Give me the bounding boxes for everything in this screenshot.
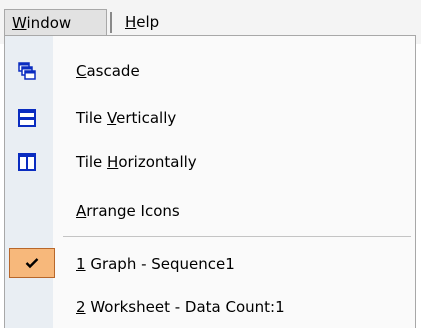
window-2-label-rest: Worksheet - Data Count:1 bbox=[85, 298, 285, 316]
window-1-label-rest: Graph - Sequence1 bbox=[85, 255, 235, 273]
menu-item-tile-horizontally-label: Tile Horizontally bbox=[76, 143, 197, 181]
menu-window-mnemonic: W bbox=[12, 14, 27, 32]
tile-vertically-icon bbox=[18, 109, 36, 127]
menu-item-tile-vertically[interactable]: Tile Vertically bbox=[5, 99, 415, 137]
menu-item-window-2-label: 2 Worksheet - Data Count:1 bbox=[76, 288, 285, 326]
tile-vertically-prefix: Tile bbox=[76, 109, 108, 127]
window-1-mnemonic: 1 bbox=[76, 255, 86, 273]
menu-help[interactable]: Help bbox=[113, 9, 159, 35]
window-2-mnemonic: 2 bbox=[76, 298, 86, 316]
tile-vertically-label-rest: ertically bbox=[116, 109, 177, 127]
menu-item-cascade[interactable]: Cascade bbox=[5, 52, 415, 90]
tile-horizontally-prefix: Tile bbox=[76, 153, 108, 171]
menu-item-tile-vertically-label: Tile Vertically bbox=[76, 99, 176, 137]
cascade-windows-icon bbox=[18, 62, 36, 80]
menubar-separator bbox=[110, 12, 112, 33]
menu-help-label: elp bbox=[136, 13, 160, 31]
checkmark-icon bbox=[25, 258, 39, 269]
tile-vertically-mnemonic: V bbox=[107, 109, 117, 127]
menu-item-window-2[interactable]: 2 Worksheet - Data Count:1 bbox=[5, 288, 415, 326]
menu-item-arrange-icons[interactable]: Arrange Icons bbox=[5, 192, 415, 230]
menu-help-mnemonic: H bbox=[125, 13, 137, 31]
window-dropdown-menu: Cascade Tile Vertically Tile Horizontall… bbox=[4, 35, 416, 328]
checked-indicator bbox=[9, 248, 55, 278]
cascade-mnemonic: C bbox=[76, 62, 87, 80]
menu-item-cascade-label: Cascade bbox=[76, 52, 140, 90]
cascade-label-rest: ascade bbox=[86, 62, 140, 80]
menu-item-tile-horizontally[interactable]: Tile Horizontally bbox=[5, 143, 415, 181]
menu-item-arrange-icons-label: Arrange Icons bbox=[76, 192, 180, 230]
arrange-icons-mnemonic: A bbox=[76, 202, 87, 220]
tile-horizontally-label-rest: orizontally bbox=[118, 153, 197, 171]
menu-separator bbox=[63, 236, 411, 237]
arrange-icons-label-rest: rrange Icons bbox=[86, 202, 180, 220]
menu-item-window-1[interactable]: 1 Graph - Sequence1 bbox=[5, 245, 415, 283]
menu-item-window-1-label: 1 Graph - Sequence1 bbox=[76, 245, 235, 283]
tile-horizontally-icon bbox=[18, 153, 36, 171]
menu-window-label: indow bbox=[26, 14, 72, 32]
tile-horizontally-mnemonic: H bbox=[107, 153, 119, 171]
menu-window[interactable]: Window bbox=[4, 9, 107, 35]
